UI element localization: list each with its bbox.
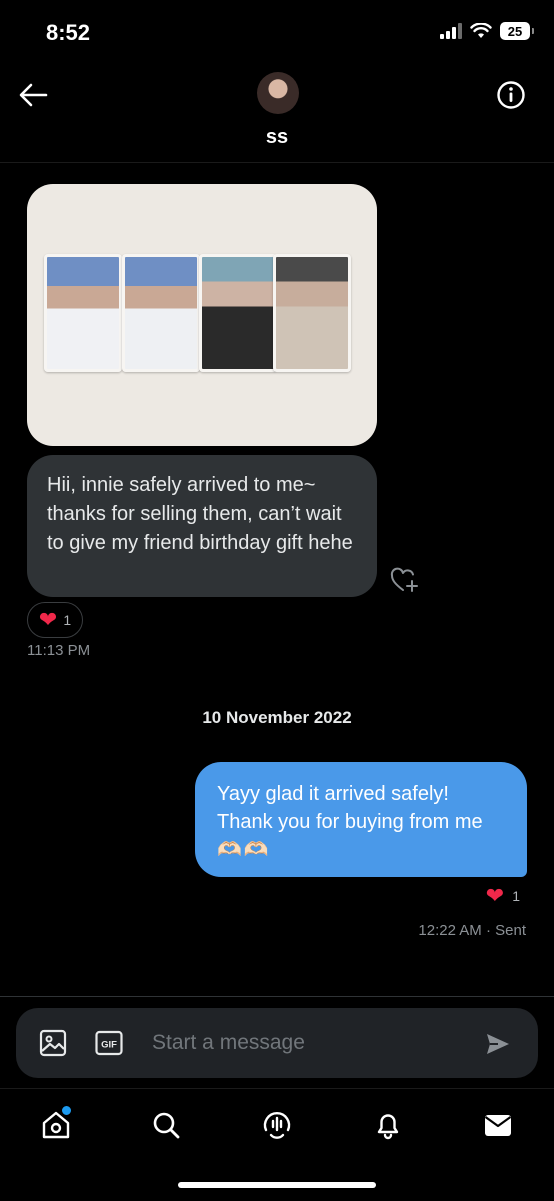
heart-icon: ❤ xyxy=(485,883,505,908)
message-timestamp: 11:13 PM xyxy=(27,642,91,659)
tab-home[interactable] xyxy=(36,1105,76,1145)
wifi-icon xyxy=(470,23,492,38)
avatar[interactable] xyxy=(257,72,299,114)
send-button[interactable] xyxy=(484,1030,512,1058)
message-reaction[interactable]: ❤ 1 xyxy=(27,602,83,638)
add-media-button[interactable] xyxy=(38,1028,68,1058)
home-indicator xyxy=(178,1182,376,1188)
tab-messages[interactable] xyxy=(478,1105,518,1145)
battery-indicator: 25 xyxy=(500,22,534,40)
gif-button[interactable]: GIF xyxy=(94,1029,124,1057)
message-timestamp: 12:22 AM · Sent xyxy=(418,922,526,939)
photocard-image xyxy=(122,254,200,372)
heart-hands-emoji: 🫶🏻🫶🏻 xyxy=(217,839,271,861)
gif-icon: GIF xyxy=(95,1030,123,1056)
search-icon xyxy=(153,1112,180,1139)
image-icon xyxy=(39,1029,67,1057)
message-reaction[interactable]: ❤ 1 xyxy=(486,885,520,907)
photocard-image xyxy=(199,254,277,372)
incoming-message-text: Hii, innie safely arrived to me~ thanks … xyxy=(47,474,353,554)
photocard-image xyxy=(273,254,351,372)
status-time: 8:52 xyxy=(46,20,91,45)
tab-notifications[interactable] xyxy=(368,1105,408,1145)
heart-icon: ❤ xyxy=(38,607,58,632)
envelope-icon xyxy=(484,1115,512,1136)
bell-icon xyxy=(377,1114,399,1140)
spaces-icon xyxy=(263,1112,291,1139)
conversation-name[interactable]: ss xyxy=(0,126,554,149)
message-input[interactable] xyxy=(152,1022,452,1064)
photo-message[interactable] xyxy=(27,184,377,446)
message-composer: GIF xyxy=(16,1008,538,1078)
info-icon xyxy=(497,81,525,109)
info-button[interactable] xyxy=(496,80,526,110)
status-icons: 25 xyxy=(440,22,534,40)
send-icon xyxy=(487,1034,509,1054)
tab-spaces[interactable] xyxy=(257,1105,297,1145)
outgoing-message-text: Yayy glad it arrived safely! Thank you f… xyxy=(217,783,483,833)
back-button[interactable] xyxy=(16,80,50,110)
status-bar: 8:52 25 xyxy=(0,0,554,66)
add-reaction-button[interactable] xyxy=(390,566,420,594)
gif-label: GIF xyxy=(101,1040,117,1051)
tab-search[interactable] xyxy=(146,1105,186,1145)
reaction-count: 1 xyxy=(512,888,520,904)
reaction-count: 1 xyxy=(63,612,72,628)
incoming-message-bubble[interactable]: Hii, innie safely arrived to me~ thanks … xyxy=(27,455,377,597)
date-divider: 10 November 2022 xyxy=(202,708,352,727)
back-arrow-icon xyxy=(19,83,48,107)
battery-level: 25 xyxy=(507,23,523,39)
cellular-signal-icon xyxy=(440,23,462,39)
notification-dot xyxy=(61,1105,72,1116)
conversation-header: ss xyxy=(0,66,554,163)
photocard-image xyxy=(44,254,122,372)
outgoing-message-bubble[interactable]: Yayy glad it arrived safely! Thank you f… xyxy=(195,762,527,877)
heart-plus-icon xyxy=(390,567,418,592)
